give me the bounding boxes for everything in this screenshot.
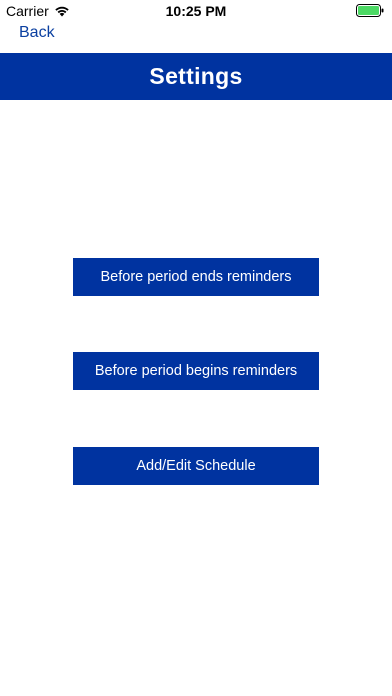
before-period-begins-reminders-button[interactable]: Before period begins reminders [73, 352, 319, 390]
status-time: 10:25 PM [165, 3, 227, 19]
header-bar: Settings [0, 53, 392, 100]
battery-icon [356, 4, 384, 17]
back-button[interactable]: Back [19, 24, 55, 42]
status-bar: Carrier 10:25 PM [0, 0, 392, 22]
before-period-ends-reminders-button[interactable]: Before period ends reminders [73, 258, 319, 296]
page-title: Settings [149, 63, 243, 89]
settings-screen: Carrier 10:25 PM Back Settings Before pe… [0, 0, 392, 696]
add-edit-schedule-button[interactable]: Add/Edit Schedule [73, 447, 319, 485]
